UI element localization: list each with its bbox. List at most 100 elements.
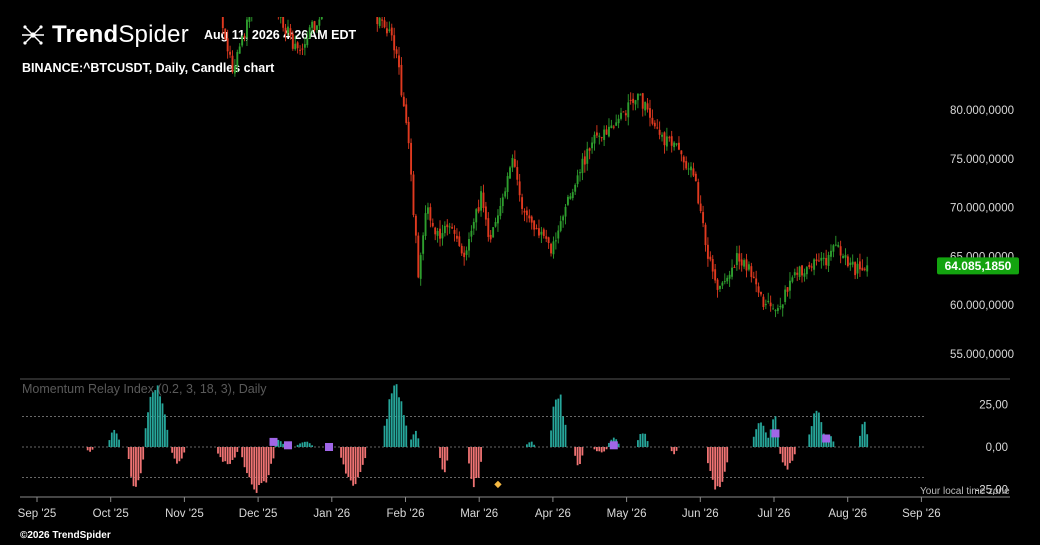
candle-body — [294, 43, 297, 50]
histogram-bar — [861, 424, 864, 447]
candle-body — [786, 287, 789, 292]
candle-body — [419, 255, 422, 279]
candle-body — [530, 216, 533, 223]
histogram-bar — [859, 435, 861, 447]
histogram-bar — [526, 444, 528, 447]
candle-body — [636, 93, 639, 101]
histogram-bar — [600, 447, 603, 453]
histogram-bar — [154, 390, 157, 447]
candle-body — [405, 104, 408, 123]
histogram-bar — [818, 412, 820, 447]
candle-body — [644, 101, 647, 111]
histogram-bar — [552, 406, 555, 447]
histogram-bar — [226, 447, 229, 465]
candle-body — [243, 35, 246, 38]
candle-body — [287, 26, 289, 33]
histogram-bar — [217, 447, 219, 454]
histogram-bar — [791, 447, 794, 461]
histogram-bar — [248, 447, 251, 478]
histogram-bar — [581, 447, 584, 456]
candle-body — [682, 156, 685, 163]
candle-body — [641, 93, 644, 109]
histogram-bar — [866, 434, 869, 447]
histogram-bar — [395, 384, 398, 447]
candle-body — [468, 238, 470, 251]
candle-body — [837, 244, 840, 247]
copyright: ©2026 TrendSpider — [20, 530, 111, 541]
histogram-bar — [820, 422, 823, 447]
histogram-bar — [480, 447, 482, 462]
candle-body — [453, 230, 456, 234]
candle-body — [480, 191, 483, 211]
histogram-bar — [533, 444, 536, 447]
chart-canvas[interactable]: 55.000,000060.000,000065.000,000070.000,… — [0, 0, 1040, 545]
candle-body — [431, 222, 434, 227]
candle-body — [318, 19, 321, 26]
histogram-bar — [554, 399, 557, 447]
histogram-bar — [598, 447, 601, 452]
histogram-bar — [347, 447, 350, 477]
timezone-note: Your local time zone — [920, 486, 1010, 497]
candle-body — [600, 136, 603, 139]
candle-body — [776, 308, 779, 311]
histogram-bar — [714, 447, 717, 490]
candle-body — [639, 94, 642, 96]
candle-body — [772, 308, 775, 310]
candle-body — [381, 19, 384, 21]
candle-body — [805, 267, 808, 275]
date-tick-label: Sep '25 — [18, 508, 57, 520]
histogram-bar — [178, 447, 181, 462]
histogram-bar — [267, 447, 270, 476]
candle-body — [629, 99, 632, 101]
candle-body — [417, 235, 420, 278]
candle-body — [743, 260, 746, 267]
candle-body — [525, 210, 528, 216]
candle-body — [745, 259, 748, 271]
histogram-bar — [164, 414, 166, 447]
candle-body — [861, 267, 864, 271]
candle-body — [308, 27, 311, 39]
histogram-bar — [270, 447, 272, 464]
date-tick-label: Nov '25 — [165, 508, 204, 520]
candle-body — [697, 182, 700, 204]
price-tick-label: 80.000,0000 — [950, 105, 1014, 117]
candle-body — [820, 257, 823, 261]
candle-body — [846, 256, 849, 267]
histogram-bar — [388, 399, 391, 447]
histogram-bar — [118, 439, 120, 447]
histogram-bar — [277, 439, 280, 447]
candle-body — [226, 38, 229, 52]
histogram-bar — [593, 447, 596, 450]
candle-body — [463, 252, 466, 258]
candle-body — [692, 168, 695, 176]
histogram-bar — [764, 432, 767, 447]
signal-square — [325, 443, 334, 451]
candle-body — [439, 228, 441, 239]
candle-body — [752, 276, 755, 279]
candle-body — [407, 121, 410, 144]
candle-body — [388, 29, 391, 31]
histogram-bar — [176, 447, 178, 464]
histogram-bar — [108, 440, 111, 447]
candle-body — [632, 98, 635, 103]
candle-body — [492, 227, 495, 238]
histogram-bar — [410, 439, 412, 447]
candle-body — [562, 216, 565, 221]
histogram-bar — [265, 447, 268, 483]
candle-body — [849, 262, 852, 265]
candle-body — [412, 174, 415, 216]
candle-body — [571, 192, 574, 199]
candle-body — [552, 241, 555, 255]
histogram-bar — [646, 441, 649, 447]
candle-body — [711, 259, 714, 272]
histogram-bar — [830, 436, 832, 447]
candle-body — [665, 136, 668, 147]
candle-body — [586, 148, 589, 164]
histogram-bar — [299, 443, 301, 447]
signal-square — [609, 441, 618, 450]
histogram-bar — [243, 447, 246, 468]
histogram-bar — [308, 443, 311, 447]
candle-body — [460, 245, 463, 254]
histogram-bar — [793, 447, 796, 455]
candle-body — [455, 235, 458, 239]
